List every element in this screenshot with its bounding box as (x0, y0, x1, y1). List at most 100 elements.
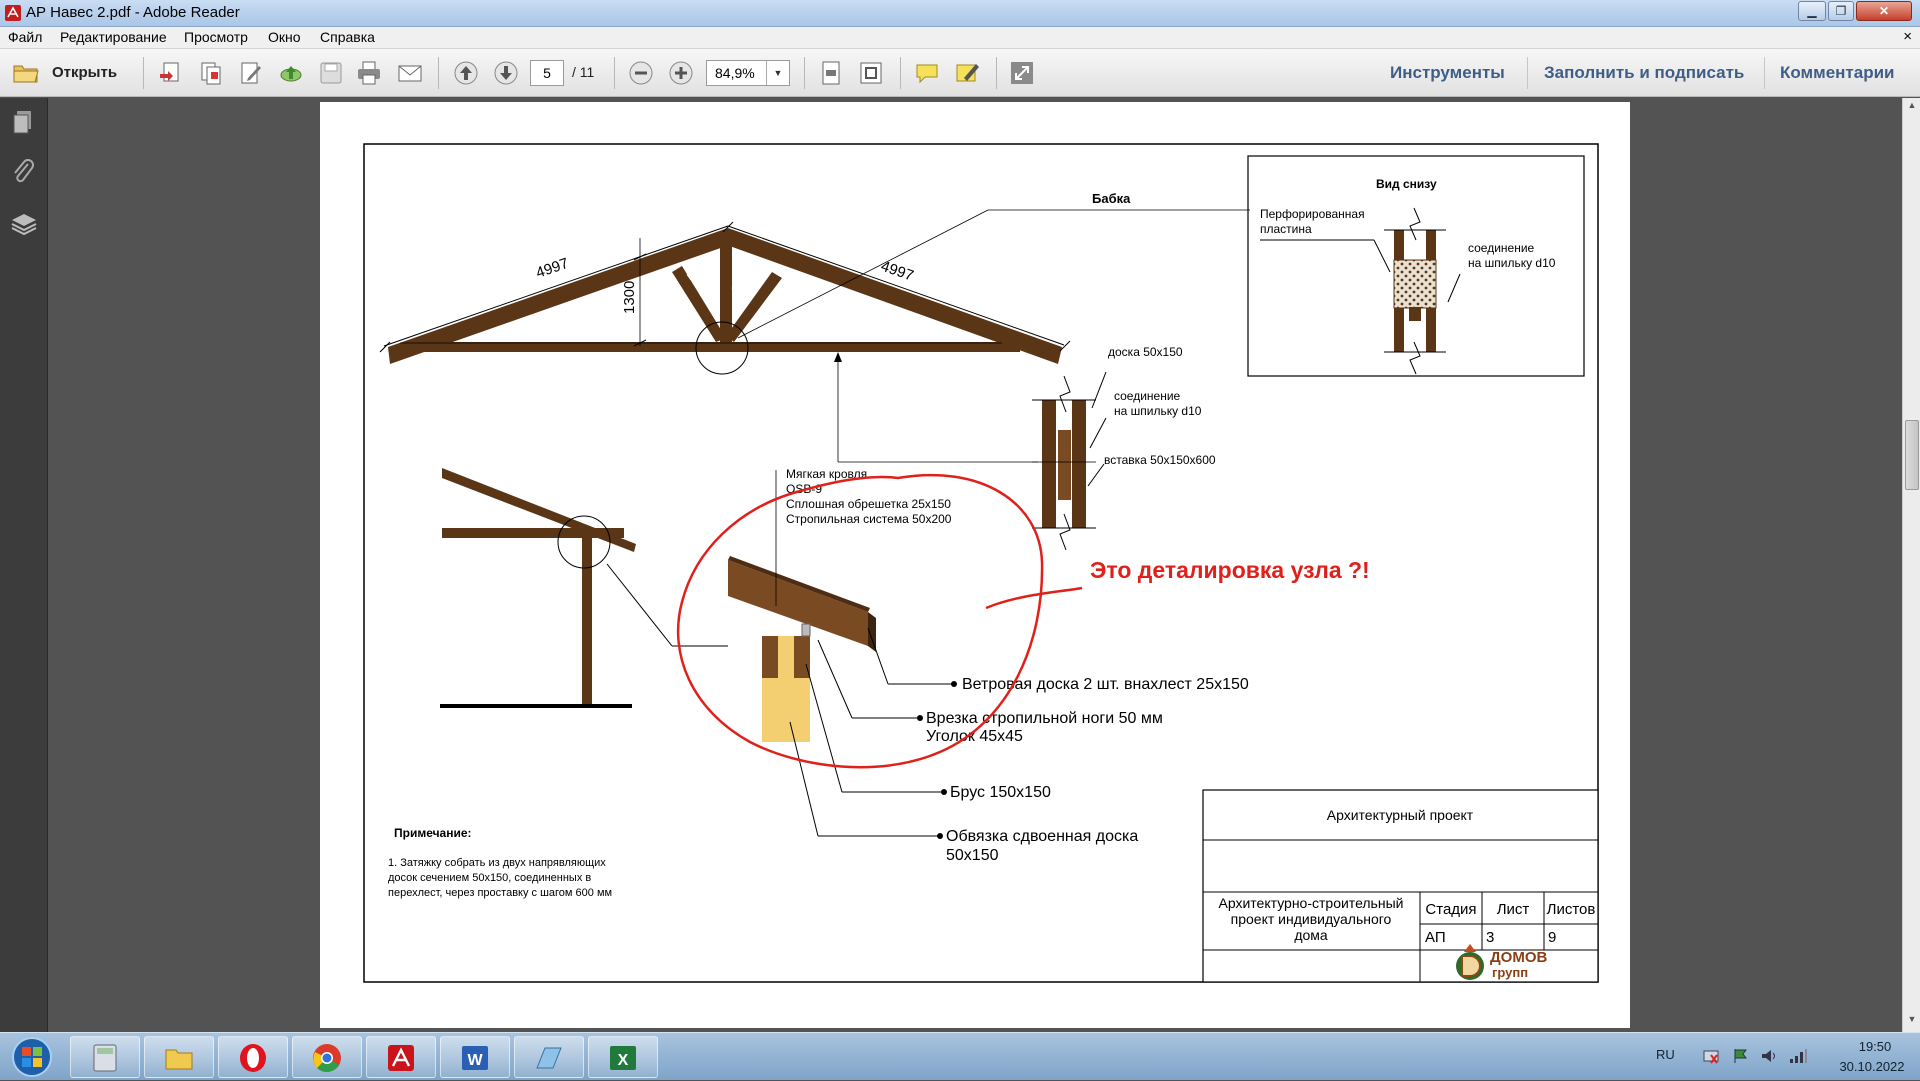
save-icon[interactable] (318, 60, 344, 86)
menu-help[interactable]: Справка (320, 29, 375, 45)
taskbar-excel[interactable]: X (588, 1036, 658, 1078)
dim-4997-left: 4997 (534, 255, 571, 282)
toolbar-separator (143, 57, 144, 89)
scroll-up-arrow-icon[interactable]: ▲ (1903, 100, 1920, 116)
windows-start-button[interactable] (2, 1035, 62, 1079)
note-block: Примечание: 1. Затяжку собрать из двух н… (388, 826, 612, 899)
dim-1000-b: 1000 (727, 261, 760, 298)
full-screen-icon[interactable] (1009, 60, 1035, 86)
attachments-paperclip-icon[interactable] (10, 158, 38, 186)
callout-strap-line1: Обвязка сдвоенная доска (946, 828, 1138, 845)
annotation-text: Это деталировка узла ?! (1090, 557, 1370, 583)
print-icon[interactable] (356, 60, 382, 86)
logo-line2: групп (1492, 965, 1528, 980)
folder-explorer-icon (165, 1049, 193, 1070)
restore-button[interactable]: ❐ (1828, 1, 1854, 21)
clock-time[interactable]: 19:50 (1840, 1039, 1910, 1054)
splice-board: доска 50х150 (1108, 345, 1183, 359)
highlight-icon[interactable] (954, 60, 980, 86)
stamp-stage: АП (1425, 929, 1446, 946)
callout-beam: Брус 150х150 (950, 784, 1051, 801)
tab-tools[interactable]: Инструменты (1390, 63, 1505, 83)
splice-insert: вставка 50х150х600 (1104, 453, 1216, 467)
note-line1: 1. Затяжку собрать из двух напрявляющих (388, 857, 606, 869)
stamp-sheet: 3 (1486, 929, 1494, 946)
inset-perf-line2: пластина (1260, 222, 1312, 236)
menu-window[interactable]: Окно (268, 29, 301, 45)
zoom-dropdown-chevron-icon[interactable]: ▼ (766, 61, 789, 85)
zoom-out-icon[interactable] (628, 60, 654, 86)
title-block: Архитектурный проект Архитектурно-строит… (1202, 789, 1599, 983)
clock-date[interactable]: 30.10.2022 (1830, 1059, 1914, 1074)
note-title: Примечание: (394, 826, 472, 840)
edit-document-icon[interactable] (238, 60, 264, 86)
stamp-header-sheet: Лист (1497, 901, 1530, 918)
taskbar-word[interactable]: W (440, 1036, 510, 1078)
stamp-desc-line1: Архитектурно-строительный (1219, 895, 1404, 911)
email-icon[interactable] (397, 60, 423, 86)
comment-icon[interactable] (914, 60, 940, 86)
menu-view[interactable]: Просмотр (184, 29, 248, 45)
inset-joint-line1: соединение (1468, 241, 1535, 255)
callout-notch-line1: Врезка стропильной ноги 50 мм (926, 710, 1163, 727)
node-detail: Мягкая кровля OSB-9 Сплошная обрешетка 2… (728, 467, 1249, 864)
splice-joint-line2: на шпильку d10 (1114, 404, 1202, 418)
menu-edit[interactable]: Редактирование (60, 29, 167, 45)
stamp-header-sheets: Листов (1547, 901, 1596, 918)
minimize-button[interactable]: ▁ (1798, 1, 1826, 21)
create-pdf-icon[interactable] (158, 60, 184, 86)
taskbar-chrome[interactable] (292, 1036, 362, 1078)
toolbar-separator (804, 57, 805, 89)
taskbar-app[interactable] (514, 1036, 584, 1078)
title-bar: АР Навес 2.pdf - Adobe Reader ▁ ❐ ✕ (0, 0, 1920, 27)
upload-cloud-icon[interactable] (278, 60, 304, 86)
toolbar-separator (438, 57, 439, 89)
svg-text:X: X (618, 1052, 629, 1069)
tab-comments[interactable]: Комментарии (1780, 63, 1894, 83)
roof-line4: Стропильная система 50х200 (786, 512, 952, 526)
vertical-scrollbar[interactable]: ▲ ▼ (1902, 98, 1920, 1032)
menu-file[interactable]: Файл (8, 29, 42, 45)
menu-bar: Файл Редактирование Просмотр Окно Справк… (0, 27, 1920, 49)
network-error-icon[interactable] (1702, 1047, 1720, 1065)
taskbar-explorer[interactable] (144, 1036, 214, 1078)
open-button[interactable]: Открыть (8, 57, 130, 89)
excel-icon: X (610, 1046, 636, 1070)
window-title: АР Навес 2.pdf - Adobe Reader (26, 4, 240, 21)
fit-window-icon[interactable] (858, 60, 884, 86)
zoom-in-icon[interactable] (668, 60, 694, 86)
previous-page-icon[interactable] (453, 60, 479, 86)
stamp-desc-line2: проект индивидуального (1231, 911, 1392, 927)
action-center-flag-icon[interactable] (1732, 1047, 1750, 1065)
scroll-down-arrow-icon[interactable]: ▼ (1903, 1014, 1920, 1030)
language-indicator[interactable]: RU (1656, 1047, 1675, 1062)
close-document-button[interactable]: × (1903, 28, 1912, 45)
signal-strength-icon[interactable] (1788, 1047, 1808, 1065)
fit-page-scroll-icon[interactable] (818, 60, 844, 86)
toolbar: Открыть 5 / 11 84,9% ▼ Инструменты Запол… (0, 49, 1920, 97)
volume-icon[interactable] (1760, 1047, 1778, 1065)
layers-icon[interactable] (10, 210, 38, 238)
taskbar-calculator[interactable] (70, 1036, 140, 1078)
system-tray: RU 19:50 30.10.2022 (1640, 1033, 1920, 1081)
open-label: Открыть (52, 64, 118, 81)
book-icon (536, 1047, 562, 1069)
next-page-icon[interactable] (493, 60, 519, 86)
taskbar-adobe-reader[interactable] (366, 1036, 436, 1078)
close-window-button[interactable]: ✕ (1856, 1, 1912, 21)
toolbar-separator (996, 57, 997, 89)
scroll-thumb[interactable] (1905, 420, 1919, 490)
tab-fill-sign[interactable]: Заполнить и подписать (1544, 63, 1744, 83)
page-number-input[interactable]: 5 (530, 60, 564, 86)
adobe-reader-icon (388, 1045, 414, 1071)
page-thumbnails-icon[interactable] (10, 108, 38, 136)
toolbar-separator (1764, 57, 1765, 89)
svg-text:W: W (467, 1052, 483, 1069)
callout-wind-board: Ветровая доска 2 шт. внахлест 25х150 (962, 676, 1249, 693)
combine-files-icon[interactable] (198, 60, 224, 86)
taskbar-opera[interactable] (218, 1036, 288, 1078)
toolbar-separator (900, 57, 901, 89)
callout-strap-line2: 50х150 (946, 847, 999, 864)
opera-icon (240, 1044, 266, 1072)
adobe-reader-icon (5, 5, 21, 21)
